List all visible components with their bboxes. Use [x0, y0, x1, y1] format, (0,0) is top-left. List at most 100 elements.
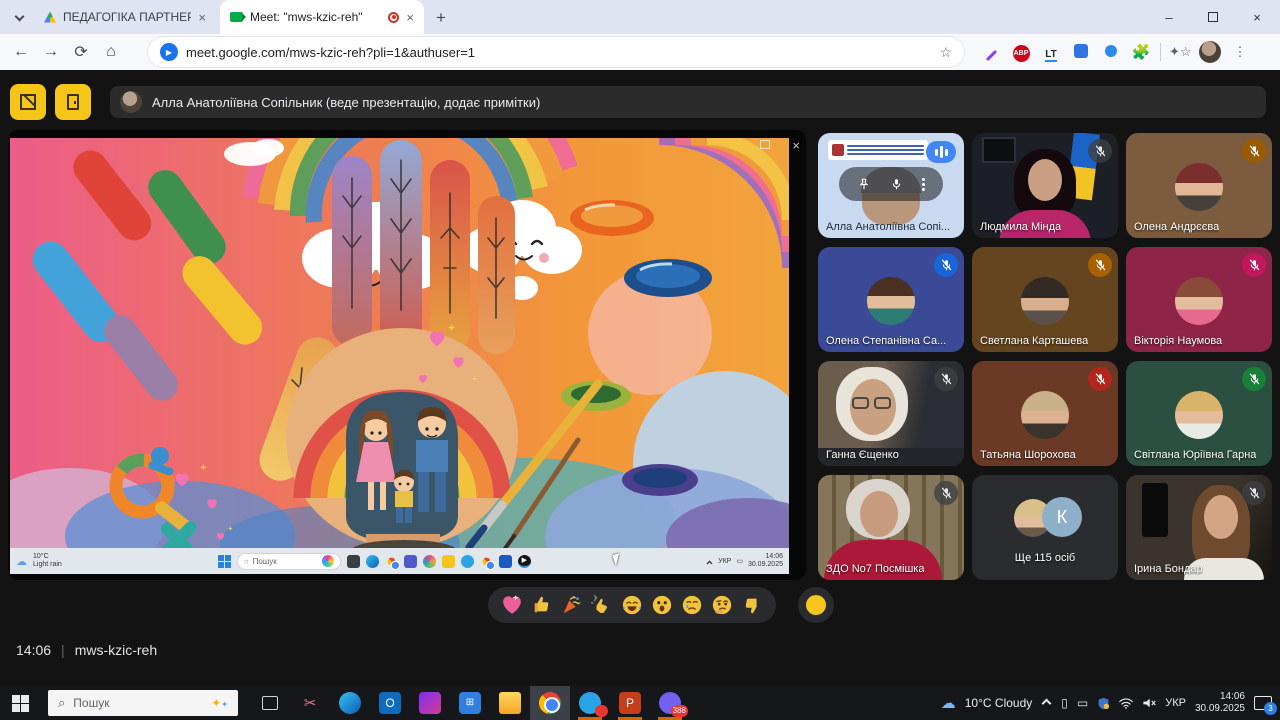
scissors-icon: ✂ [304, 694, 317, 712]
presented-tray: УКР ▭ 14:06 30.09.2025 [706, 553, 783, 568]
abp-badge: ABP [1013, 45, 1030, 62]
square-icon [1074, 44, 1088, 58]
snipping-tool-button[interactable]: ✂ [290, 686, 330, 720]
participant-tile-olena-s[interactable]: Олена Степанівна Са... [818, 247, 964, 352]
reaction-thumbs-up[interactable] [530, 593, 554, 617]
outlook-icon: O [379, 692, 401, 714]
reaction-thumbs-down[interactable] [740, 593, 764, 617]
close-tab-icon[interactable]: × [198, 10, 206, 25]
home-button[interactable]: ⌂ [96, 43, 126, 61]
copilot-app-button[interactable] [410, 686, 450, 720]
extensions-puzzle-icon[interactable]: 🧩 [1130, 43, 1152, 61]
close-tab-icon[interactable]: × [406, 10, 414, 25]
tab-meet[interactable]: Meet: "mws-kzic-reh" × [220, 0, 424, 34]
person-face [1028, 159, 1062, 201]
tile-hover-controls[interactable] [839, 167, 943, 201]
participant-tile-liudmyla[interactable]: Людмила Мінда [972, 133, 1118, 238]
presentation-artwork [10, 138, 789, 548]
participant-tile-svitlana-h[interactable]: Світлана Юріївна Гарна [1126, 361, 1272, 466]
notification-center-icon[interactable]: 3 [1254, 696, 1272, 710]
tab-drive[interactable]: ПЕДАГОГІКА ПАРТНЕРСТВА в × [34, 0, 216, 34]
skin-tone-selector[interactable] [798, 587, 834, 623]
more-participants-tile[interactable]: К Ще 115 осіб [972, 475, 1118, 580]
door-icon [67, 94, 79, 110]
back-button[interactable]: ← [6, 43, 36, 61]
presented-photos-icon [423, 555, 436, 568]
presented-start-icon [218, 555, 231, 568]
extension-blue-dot-icon[interactable] [1100, 45, 1122, 60]
participant-tile-tatiana[interactable]: Татьяна Шорохова [972, 361, 1118, 466]
store-button[interactable]: ⊞ [450, 686, 490, 720]
language-indicator[interactable]: УКР [1165, 697, 1186, 709]
muted-mic-icon [1088, 139, 1112, 163]
extension-blue-square-icon[interactable] [1070, 44, 1092, 61]
participant-tile-svetlana[interactable]: Светлана Карташева [972, 247, 1118, 352]
edge-button[interactable] [330, 686, 370, 720]
weather-cloud-icon: ☁ [16, 555, 27, 568]
reaction-joy[interactable] [620, 593, 644, 617]
screen: ПЕДАГОГІКА ПАРТНЕРСТВА в × Meet: "mws-kz… [0, 0, 1280, 720]
reaction-thinking[interactable] [710, 593, 734, 617]
outlook-button[interactable]: O [370, 686, 410, 720]
window-maximize-button[interactable] [1192, 0, 1234, 34]
speaker-box [1142, 483, 1168, 537]
edge-icon [339, 692, 361, 714]
bookmark-sparkle-icon[interactable]: ✦☆ [1169, 44, 1191, 60]
glasses-left [852, 397, 869, 409]
presented-word-icon [499, 555, 512, 568]
participant-tile-viktoriia[interactable]: Вікторія Наумова [1126, 247, 1272, 352]
participant-tile-zdo[interactable]: ЗДО No7 Посмішка [818, 475, 964, 580]
extension-adblock-icon[interactable]: ABP [1010, 43, 1032, 62]
taskbar-clock[interactable]: 14:06 30.09.2025 [1195, 691, 1245, 716]
person-face [860, 491, 898, 537]
reaction-sparkling-heart[interactable] [500, 593, 524, 617]
reaction-clapping-hands[interactable] [590, 593, 614, 617]
participant-tile-olena-a[interactable]: Олена Андрєєва [1126, 133, 1272, 238]
restore-overlay-icon[interactable] [760, 140, 770, 149]
browser-menu-icon[interactable]: ⋮ [1229, 44, 1251, 60]
viber-button[interactable]: 388 [650, 686, 690, 720]
tab-search-button[interactable] [8, 7, 30, 29]
participant-tile-iryna[interactable]: Ірина Бондар [1126, 475, 1272, 580]
pin-icon[interactable] [857, 177, 871, 191]
window-minimize-button[interactable]: – [1148, 0, 1190, 34]
extension-languagetool-icon[interactable]: LT [1040, 45, 1062, 60]
presenter-avatar [120, 91, 142, 113]
search-icon: ⌕ [58, 695, 65, 711]
extension-pen-icon[interactable] [980, 45, 1002, 60]
new-tab-button[interactable]: + [436, 8, 446, 28]
forward-button[interactable]: → [36, 43, 66, 61]
participant-tile-hanna[interactable]: Ганна Єщенко [818, 361, 964, 466]
reaction-surprised[interactable] [650, 593, 674, 617]
mic-icon[interactable] [889, 177, 904, 192]
extension-door-button[interactable] [55, 84, 91, 120]
start-button[interactable] [0, 686, 40, 720]
chrome-button-active[interactable] [530, 686, 570, 720]
reaction-party-popper[interactable] [560, 593, 584, 617]
presented-time: 14:06 [765, 553, 783, 560]
muted-mic-icon [1242, 139, 1266, 163]
telegram-button[interactable] [570, 686, 610, 720]
address-bar[interactable]: ▶ meet.google.com/mws-kzic-reh?pli=1&aut… [148, 37, 964, 67]
presentation-area[interactable]: ☁ 10°C Light rain ○ Пошук ▶ УКР [8, 130, 806, 580]
reload-button[interactable]: ⟳ [66, 42, 96, 62]
extension-attendance-button[interactable] [10, 84, 46, 120]
reaction-crying[interactable] [680, 593, 704, 617]
profile-avatar[interactable] [1199, 41, 1221, 63]
tile-menu-icon[interactable] [922, 183, 925, 186]
participant-name: Татьяна Шорохова [980, 449, 1076, 461]
close-presentation-icon[interactable]: × [792, 138, 800, 153]
search-icon: ○ [244, 557, 249, 566]
task-view-button[interactable] [250, 686, 290, 720]
window-close-button[interactable]: × [1236, 0, 1278, 34]
taskbar-date: 30.09.2025 [1195, 703, 1245, 714]
taskbar-search[interactable]: ⌕ Пошук ✦✦ [48, 690, 238, 716]
participant-tile-alla[interactable]: Алла Анатоліївна Сопі... [818, 133, 964, 238]
presented-clock: 14:06 30.09.2025 [748, 553, 783, 568]
file-explorer-button[interactable] [490, 686, 530, 720]
tray-expand-chevron[interactable] [1042, 698, 1052, 708]
store-icon: ⊞ [459, 692, 481, 714]
volume-muted-icon [1142, 697, 1156, 709]
powerpoint-button[interactable]: P [610, 686, 650, 720]
bookmark-star-icon[interactable]: ☆ [939, 44, 952, 61]
